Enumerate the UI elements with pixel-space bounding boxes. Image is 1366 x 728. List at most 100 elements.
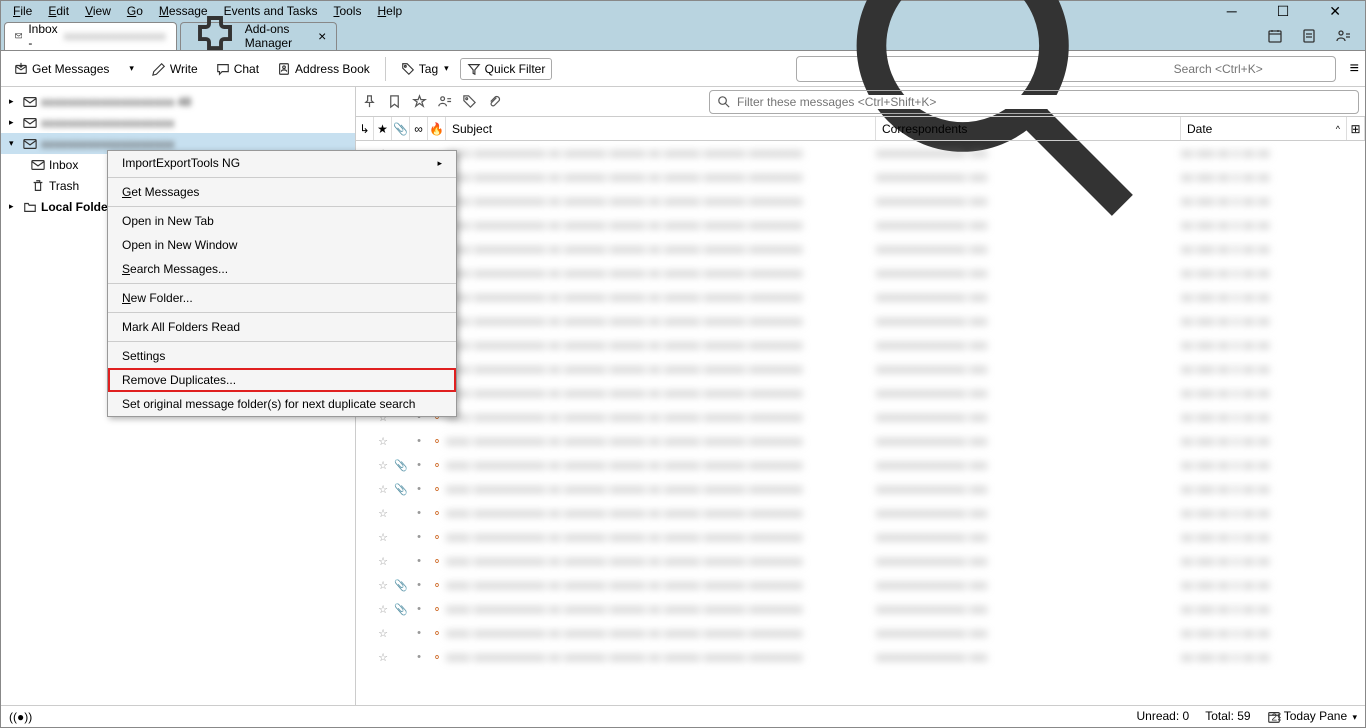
menu-mark-read[interactable]: Mark All Folders Read [108, 315, 456, 339]
quick-filter-bar [356, 87, 1365, 117]
menu-import-export[interactable]: ImportExportTools NG▸ [108, 151, 456, 175]
activity-icon[interactable]: ((●)) [9, 710, 32, 724]
message-row[interactable]: ☆📎•⚬xxxx xxxxxxxxxxxx xx xxxxxxx xxxxxx … [356, 573, 1365, 597]
menu-get-messages[interactable]: Get Messages [108, 180, 456, 204]
today-pane-toggle[interactable]: 29 Today Pane ▾ [1267, 709, 1357, 724]
column-headers: ↳ ★ 📎 ∞ 🔥 Subject Correspondents Date^ ⊞ [356, 117, 1365, 141]
bookmark-icon[interactable] [387, 94, 402, 109]
col-picker[interactable]: ⊞ [1347, 117, 1365, 140]
chat-icon [216, 62, 230, 76]
message-row[interactable]: ☆•⚬xxxx xxxxxxxxxxxx xx xxxxxxx xxxxxx x… [356, 165, 1365, 189]
global-search[interactable] [796, 56, 1336, 82]
tab-addons[interactable]: Add-ons Manager × [180, 22, 338, 50]
filter-messages-box[interactable] [709, 90, 1359, 114]
folder-context-menu: ImportExportTools NG▸ Get Messages Open … [107, 150, 457, 417]
address-book-button[interactable]: Address Book [270, 58, 377, 80]
get-messages-button[interactable]: Get Messages [7, 58, 116, 80]
menu-open-new-window[interactable]: Open in New Window [108, 233, 456, 257]
message-row[interactable]: ☆•⚬xxxx xxxxxxxxxxxx xx xxxxxxx xxxxxx x… [356, 405, 1365, 429]
attachment-icon[interactable] [487, 94, 502, 109]
message-row[interactable]: ☆•⚬xxxx xxxxxxxxxxxx xx xxxxxxx xxxxxx x… [356, 333, 1365, 357]
message-row[interactable]: ☆•⚬xxxx xxxxxxxxxxxx xx xxxxxxx xxxxxx x… [356, 501, 1365, 525]
tab-inbox-label: Inbox - [28, 22, 57, 50]
unread-count: Unread: 0 [1136, 709, 1189, 723]
inbox-icon [31, 158, 45, 172]
trash-icon [31, 179, 45, 193]
mail-icon [23, 95, 37, 109]
message-list[interactable]: ☆•⚬xxxx xxxxxxxxxxxx xx xxxxxxx xxxxxx x… [356, 141, 1365, 705]
message-row[interactable]: ☆•⚬xxxx xxxxxxxxxxxx xx xxxxxxx xxxxxx x… [356, 429, 1365, 453]
mail-icon [23, 116, 37, 130]
mail-icon [23, 137, 37, 151]
menu-help[interactable]: Help [369, 2, 410, 20]
menu-search-messages[interactable]: Search Messages... [108, 257, 456, 281]
menu-open-new-tab[interactable]: Open in New Tab [108, 209, 456, 233]
message-row[interactable]: ☆📎•⚬xxxx xxxxxxxxxxxx xx xxxxxxx xxxxxx … [356, 597, 1365, 621]
account-row[interactable]: ▸xxxxxxxxxxxxxxxxxxxx 48 [1, 91, 355, 112]
addressbook-icon [277, 62, 291, 76]
message-row[interactable]: ☆•⚬xxxx xxxxxxxxxxxx xx xxxxxxx xxxxxx x… [356, 141, 1365, 165]
message-row[interactable]: ☆•⚬xxxx xxxxxxxxxxxx xx xxxxxxx xxxxxx x… [356, 309, 1365, 333]
tag-icon[interactable] [462, 94, 477, 109]
window-controls: ─ ☐ ✕ [1219, 1, 1361, 22]
tab-addons-label: Add-ons Manager [245, 22, 292, 50]
contact-icon[interactable] [437, 94, 452, 109]
search-input[interactable] [1174, 62, 1329, 76]
message-row[interactable]: ☆•⚬xxxx xxxxxxxxxxxx xx xxxxxxx xxxxxx x… [356, 381, 1365, 405]
tag-icon [401, 62, 415, 76]
menu-go[interactable]: Go [119, 2, 151, 20]
tab-close-icon[interactable]: × [318, 28, 326, 44]
col-read[interactable]: ∞ [410, 117, 428, 140]
menu-remove-duplicates[interactable]: Remove Duplicates... [108, 368, 456, 392]
tab-inbox[interactable]: Inbox - xxxxxxxxxxxxxxxxx [4, 22, 177, 50]
menu-view[interactable]: View [77, 2, 119, 20]
col-subject[interactable]: Subject [446, 117, 876, 140]
message-row[interactable]: ☆•⚬xxxx xxxxxxxxxxxx xx xxxxxxx xxxxxx x… [356, 645, 1365, 669]
tag-button[interactable]: Tag▾ [394, 58, 456, 80]
get-messages-dropdown[interactable]: ▾ [120, 59, 141, 78]
folder-icon [23, 200, 37, 214]
star-icon[interactable] [412, 94, 427, 109]
main-toolbar: Get Messages ▾ Write Chat Address Book T… [1, 51, 1365, 87]
col-star[interactable]: ★ [374, 117, 392, 140]
calendar-icon: 29 [1267, 710, 1281, 724]
col-attach[interactable]: 📎 [392, 117, 410, 140]
message-row[interactable]: ☆•⚬xxxx xxxxxxxxxxxx xx xxxxxxx xxxxxx x… [356, 549, 1365, 573]
col-junk[interactable]: 🔥 [428, 117, 446, 140]
menu-set-original[interactable]: Set original message folder(s) for next … [108, 392, 456, 416]
app-menu-button[interactable]: ≡ [1350, 60, 1359, 78]
account-row[interactable]: ▸xxxxxxxxxxxxxxxxxxxx [1, 112, 355, 133]
message-row[interactable]: ☆•⚬xxxx xxxxxxxxxxxx xx xxxxxxx xxxxxx x… [356, 237, 1365, 261]
calendar-icon[interactable] [1267, 28, 1283, 44]
col-date[interactable]: Date^ [1181, 117, 1347, 140]
message-row[interactable]: ☆•⚬xxxx xxxxxxxxxxxx xx xxxxxxx xxxxxx x… [356, 261, 1365, 285]
maximize-button[interactable]: ☐ [1269, 1, 1298, 22]
close-button[interactable]: ✕ [1321, 1, 1349, 22]
filter-icon [467, 62, 481, 76]
message-row[interactable]: ☆•⚬xxxx xxxxxxxxxxxx xx xxxxxxx xxxxxx x… [356, 525, 1365, 549]
menu-tools[interactable]: Tools [325, 2, 369, 20]
message-row[interactable]: ☆•⚬xxxx xxxxxxxxxxxx xx xxxxxxx xxxxxx x… [356, 285, 1365, 309]
menu-settings[interactable]: Settings [108, 344, 456, 368]
minimize-button[interactable]: ─ [1219, 1, 1245, 22]
pin-icon[interactable] [362, 94, 377, 109]
message-row[interactable]: ☆📎•⚬xxxx xxxxxxxxxxxx xx xxxxxxx xxxxxx … [356, 477, 1365, 501]
menu-new-folder[interactable]: New Folder... [108, 286, 456, 310]
message-row[interactable]: ☆•⚬xxxx xxxxxxxxxxxx xx xxxxxxx xxxxxx x… [356, 189, 1365, 213]
menu-file[interactable]: File [5, 2, 40, 20]
message-row[interactable]: ☆•⚬xxxx xxxxxxxxxxxx xx xxxxxxx xxxxxx x… [356, 213, 1365, 237]
tasks-icon[interactable] [1301, 28, 1317, 44]
message-row[interactable]: ☆📎•⚬xxxx xxxxxxxxxxxx xx xxxxxxx xxxxxx … [356, 453, 1365, 477]
contacts-icon[interactable] [1335, 28, 1351, 44]
message-row[interactable]: ☆•⚬xxxx xxxxxxxxxxxx xx xxxxxxx xxxxxx x… [356, 357, 1365, 381]
filter-input[interactable] [737, 95, 1352, 109]
quick-filter-button[interactable]: Quick Filter [460, 58, 553, 80]
chat-button[interactable]: Chat [209, 58, 266, 80]
col-thread[interactable]: ↳ [356, 117, 374, 140]
message-row[interactable]: ☆•⚬xxxx xxxxxxxxxxxx xx xxxxxxx xxxxxx x… [356, 621, 1365, 645]
menu-edit[interactable]: Edit [40, 2, 77, 20]
svg-text:29: 29 [1271, 711, 1281, 723]
message-pane: ↳ ★ 📎 ∞ 🔥 Subject Correspondents Date^ ⊞… [356, 87, 1365, 705]
write-button[interactable]: Write [145, 58, 205, 80]
col-correspondents[interactable]: Correspondents [876, 117, 1181, 140]
